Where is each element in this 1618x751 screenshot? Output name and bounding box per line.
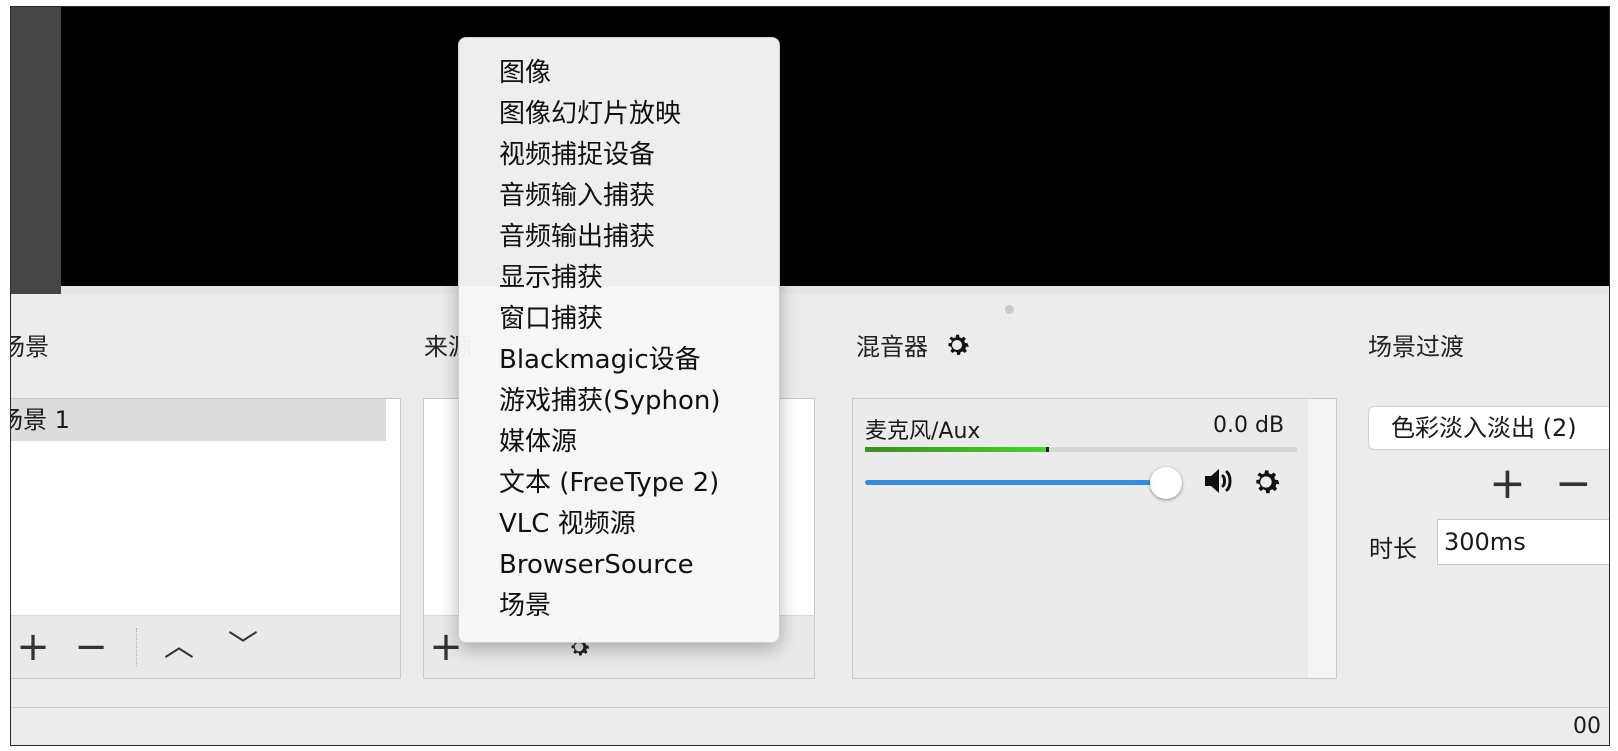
menu-item[interactable]: Blackmagic设备 xyxy=(459,339,779,381)
audio-meter-fill xyxy=(865,447,1047,452)
volume-slider-knob[interactable] xyxy=(1149,467,1182,499)
menu-item[interactable]: 音频输出捕获 xyxy=(459,216,779,258)
menu-item[interactable]: BrowserSource xyxy=(459,544,779,586)
menu-item[interactable]: VLC 视频源 xyxy=(459,503,779,545)
menu-item[interactable]: 显示捕获 xyxy=(459,257,779,299)
menu-item[interactable]: 场景 xyxy=(459,585,779,627)
menu-item[interactable]: 文本 (FreeType 2) xyxy=(459,462,779,504)
remove-scene-button[interactable]: − xyxy=(71,616,111,678)
scene-list[interactable]: 场景 1 + − ︿ ﹀ xyxy=(11,398,401,679)
duration-input[interactable]: 300ms xyxy=(1437,519,1609,565)
add-source-menu: 图像 图像幻灯片放映 视频捕捉设备 音频输入捕获 音频输出捕获 显示捕获 窗口捕获 Black… xyxy=(458,37,780,643)
preview-canvas[interactable] xyxy=(61,7,1609,286)
mixer-panel: 麦克风/Aux 0.0 dB xyxy=(852,398,1337,679)
menu-item[interactable]: 窗口捕获 xyxy=(459,298,779,340)
mixer-scrollbar[interactable] xyxy=(1308,399,1336,678)
add-transition-button[interactable]: + xyxy=(1489,458,1526,510)
scene-item[interactable]: 场景 1 xyxy=(11,399,386,441)
duration-label: 时长 xyxy=(1369,535,1417,563)
menu-item[interactable]: 音频输入捕获 xyxy=(459,175,779,217)
transition-select[interactable]: 色彩淡入淡出 (2) xyxy=(1368,406,1609,450)
mixer-title: 混音器 xyxy=(856,327,972,366)
mixer-title-label: 混音器 xyxy=(856,333,928,361)
menu-item[interactable]: 图像 xyxy=(459,52,779,94)
mixer-channel-name: 麦克风/Aux xyxy=(865,419,981,444)
obs-window: 场景 场景 1 + − ︿ ﹀ 来源 + 混音器 麦克风/Aux 0.0 dB xyxy=(10,6,1610,746)
add-scene-button[interactable]: + xyxy=(13,616,53,678)
status-bar: 00 xyxy=(11,707,1609,745)
splitter-handle[interactable] xyxy=(1005,305,1014,314)
volume-slider[interactable] xyxy=(865,480,1175,485)
audio-meter xyxy=(865,447,1297,452)
scene-toolbar: + − ︿ ﹀ xyxy=(11,615,400,678)
channel-gear-icon[interactable] xyxy=(1249,465,1283,503)
preview-margin xyxy=(11,7,61,294)
move-scene-up-button[interactable]: ︿ xyxy=(159,616,199,678)
mixer-level-readout: 0.0 dB xyxy=(1213,413,1285,438)
menu-item[interactable]: 媒体源 xyxy=(459,421,779,463)
menu-item[interactable]: 游戏捕获(Syphon) xyxy=(459,380,779,422)
menu-item[interactable]: 图像幻灯片放映 xyxy=(459,93,779,135)
status-time: 00 xyxy=(1573,714,1601,739)
transitions-title: 场景过渡 xyxy=(1368,333,1464,361)
scenes-title: 场景 xyxy=(11,333,49,361)
menu-item[interactable]: 视频捕捉设备 xyxy=(459,134,779,176)
mixer-settings-gear-icon[interactable] xyxy=(942,330,972,366)
preview-area xyxy=(11,7,1609,294)
toolbar-separator xyxy=(136,628,137,666)
speaker-icon[interactable] xyxy=(1203,465,1239,501)
move-scene-down-button[interactable]: ﹀ xyxy=(223,616,263,678)
audio-meter-peak xyxy=(1046,447,1050,452)
remove-transition-button[interactable]: − xyxy=(1555,458,1592,510)
